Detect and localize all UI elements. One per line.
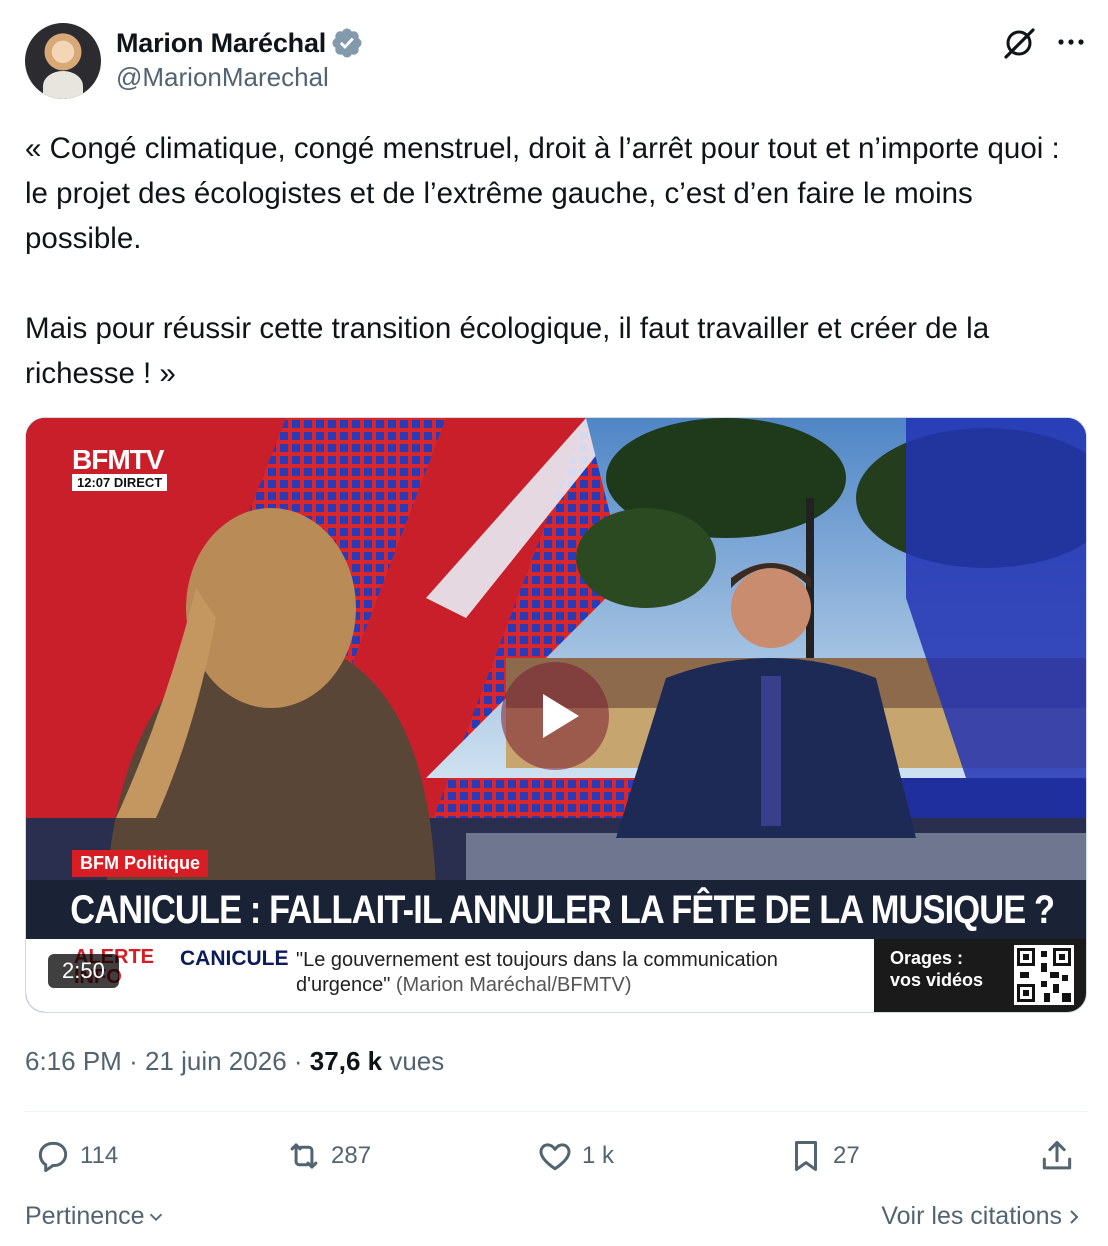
channel-logo: BFMTV xyxy=(72,444,164,475)
show-tag: BFM Politique xyxy=(72,850,208,877)
ticker-promo: Orages : vos vidéos xyxy=(874,939,1086,1012)
tweet-meta: 6:16 PM · 21 juin 2026 · 37,6 k vues xyxy=(25,1046,444,1077)
ticker-source: (Marion Maréchal/BFMTV) xyxy=(395,974,632,996)
like-button[interactable]: 1 k xyxy=(536,1137,614,1175)
share-icon xyxy=(1042,1141,1072,1170)
video-duration: 2:50 xyxy=(48,954,119,988)
repost-count: 287 xyxy=(331,1142,372,1169)
views-label: vues xyxy=(389,1046,445,1076)
meta-separator: · xyxy=(293,1046,303,1076)
broadcast-time: 12:07 DIRECT xyxy=(72,474,168,491)
play-icon[interactable] xyxy=(501,662,609,770)
verified-badge-icon xyxy=(332,28,362,58)
ticker-topic: CANICULE xyxy=(180,947,289,970)
divider xyxy=(25,1111,1087,1112)
like-count: 1 k xyxy=(582,1142,615,1169)
more-options-icon[interactable] xyxy=(1055,30,1087,54)
chevron-down-icon xyxy=(149,1213,162,1221)
repost-button[interactable]: 287 xyxy=(285,1137,371,1175)
tweet-time[interactable]: 6:16 PM xyxy=(25,1046,122,1076)
reply-icon xyxy=(38,1141,68,1173)
share-button[interactable] xyxy=(1038,1137,1076,1175)
view-quotes-label: Voir les citations xyxy=(881,1202,1062,1230)
video-player[interactable]: BFMTV 12:07 DIRECT BFM Politique CANICUL… xyxy=(25,417,1087,1013)
author-name-row[interactable]: Marion Maréchal xyxy=(116,26,364,60)
ticker-quote: "Le gouvernement est toujours dans la co… xyxy=(296,948,876,998)
heart-icon xyxy=(539,1143,571,1171)
bookmark-count: 27 xyxy=(833,1142,860,1169)
view-quotes-link[interactable]: Voir les citations xyxy=(881,1202,1086,1231)
meta-separator: · xyxy=(129,1046,138,1076)
author-display-name[interactable]: Marion Maréchal xyxy=(116,28,326,59)
grok-icon[interactable] xyxy=(1000,24,1038,62)
author-handle[interactable]: @MarionMarechal xyxy=(116,62,329,93)
news-ticker: ALERTE INFO CANICULE "Le gouvernement es… xyxy=(26,939,1086,1012)
chevron-right-icon xyxy=(1070,1209,1079,1224)
views-count: 37,6 k xyxy=(309,1046,383,1076)
tweet-date[interactable]: 21 juin 2026 xyxy=(145,1046,287,1076)
avatar[interactable] xyxy=(25,23,101,99)
reply-button[interactable]: 114 xyxy=(34,1137,118,1175)
qr-code-icon xyxy=(1014,945,1074,1005)
tweet-text: « Congé climatique, congé menstruel, dro… xyxy=(25,132,1060,390)
bookmark-button[interactable]: 27 xyxy=(787,1137,860,1175)
reply-count: 114 xyxy=(80,1142,119,1169)
repost-icon xyxy=(290,1143,318,1169)
video-headline: CANICULE : FALLAIT-IL ANNULER LA FÊTE DE… xyxy=(70,888,1055,932)
sort-dropdown[interactable]: Pertinence xyxy=(25,1202,167,1231)
promo-text: Orages : vos vidéos xyxy=(890,948,984,990)
sort-label: Pertinence xyxy=(25,1202,145,1230)
bookmark-icon xyxy=(794,1141,818,1171)
